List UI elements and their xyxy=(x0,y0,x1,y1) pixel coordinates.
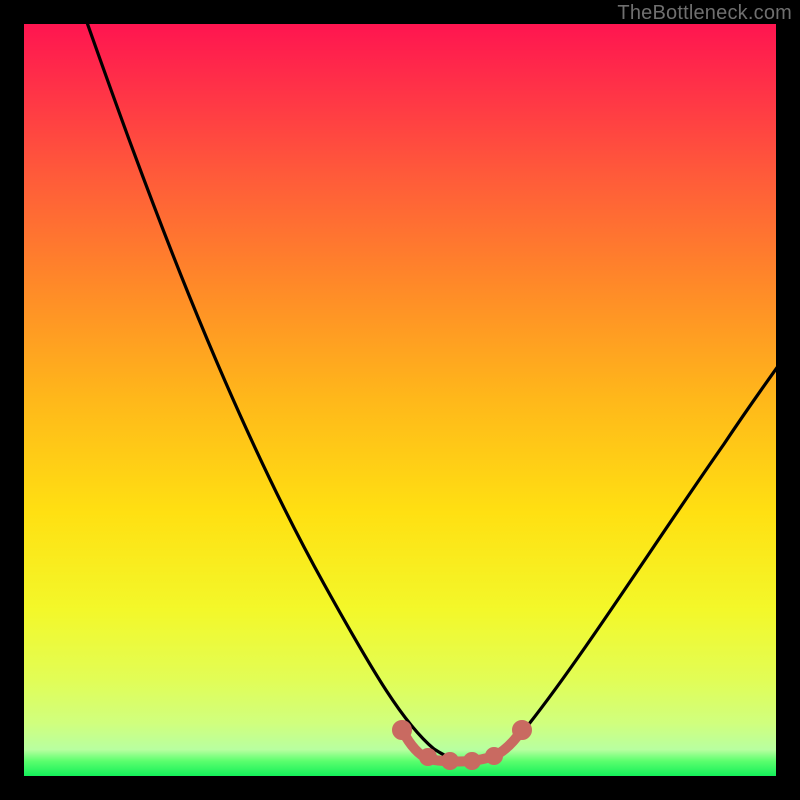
plot-area xyxy=(24,24,776,776)
bottleneck-curve xyxy=(84,14,794,762)
bottleneck-curve-svg xyxy=(24,24,776,776)
chart-stage: TheBottleneck.com xyxy=(0,0,800,800)
watermark-text: TheBottleneck.com xyxy=(617,2,792,25)
